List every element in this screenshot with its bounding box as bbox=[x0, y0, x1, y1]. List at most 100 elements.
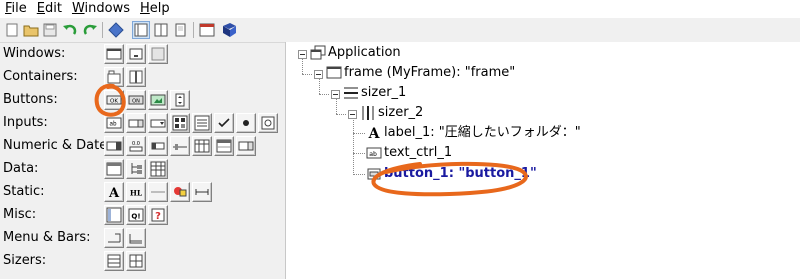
expander-icon[interactable] bbox=[331, 90, 340, 99]
frame-icon[interactable] bbox=[104, 44, 124, 64]
notebook-icon[interactable] bbox=[104, 67, 124, 87]
svg-text:OK: OK bbox=[110, 99, 118, 105]
button-icon bbox=[367, 168, 381, 180]
menu-bar: File Edit Windows Help bbox=[0, 0, 800, 18]
choice-icon[interactable] bbox=[148, 113, 168, 133]
palette-row-sizers: Sizers: bbox=[0, 250, 282, 272]
tree-node-text-ctrl-1[interactable]: text_ctrl_1 bbox=[384, 145, 452, 161]
palette-row-buttons: Buttons: OK ON bbox=[0, 89, 282, 111]
gauge-icon[interactable] bbox=[148, 136, 168, 156]
expander-icon[interactable] bbox=[298, 50, 307, 59]
palette-label: Numeric & Dates: bbox=[3, 138, 119, 153]
new-file-icon[interactable] bbox=[3, 21, 21, 39]
text-ctrl-icon[interactable]: ab bbox=[104, 113, 124, 133]
unknown-widget-icon[interactable]: ? bbox=[148, 205, 168, 225]
palette-label: Misc: bbox=[3, 207, 37, 222]
checkbox-icon[interactable] bbox=[214, 113, 234, 133]
frame-icon bbox=[326, 66, 342, 79]
list-ctrl-icon[interactable] bbox=[104, 159, 124, 179]
palette-label: Containers: bbox=[3, 69, 78, 84]
palette-row-windows: Windows: bbox=[0, 43, 282, 65]
widget-palette: Windows: Containers: Buttons: OK ON Inpu… bbox=[0, 42, 282, 279]
spin-button-icon[interactable] bbox=[170, 90, 190, 110]
dialog-icon[interactable] bbox=[126, 44, 146, 64]
palette-label: Windows: bbox=[3, 46, 66, 61]
tree-ctrl-icon[interactable] bbox=[126, 159, 146, 179]
box-sizer-icon[interactable] bbox=[104, 251, 124, 271]
static-text-icon[interactable]: A bbox=[104, 182, 124, 202]
palette-label: Sizers: bbox=[3, 253, 47, 268]
palette-row-misc: Misc: Q! ? bbox=[0, 204, 282, 226]
panel-icon[interactable] bbox=[148, 44, 168, 64]
statusbar-icon[interactable] bbox=[126, 228, 146, 248]
svg-text:ab: ab bbox=[109, 121, 117, 128]
palette-row-containers: Containers: bbox=[0, 66, 282, 88]
menubar-icon[interactable] bbox=[104, 228, 124, 248]
tree-node-application[interactable]: Application bbox=[328, 45, 401, 61]
custom-widget-icon[interactable] bbox=[104, 205, 124, 225]
palette-row-menubars: Menu & Bars: bbox=[0, 227, 282, 249]
calendar-icon[interactable] bbox=[214, 136, 234, 156]
open-folder-icon[interactable] bbox=[22, 21, 40, 39]
expander-icon[interactable] bbox=[348, 110, 357, 119]
redo-icon[interactable] bbox=[81, 21, 99, 39]
slider-icon[interactable]: 0.0 bbox=[126, 136, 146, 156]
bitmap-button-icon[interactable] bbox=[148, 90, 168, 110]
tree-node-sizer-1[interactable]: sizer_1 bbox=[361, 85, 406, 101]
palette-label: Inputs: bbox=[3, 115, 48, 130]
spin-ctrl-icon[interactable] bbox=[104, 136, 124, 156]
expander-icon[interactable] bbox=[314, 70, 323, 79]
slider-2-icon[interactable] bbox=[170, 136, 190, 156]
vertical-sizer-icon bbox=[362, 106, 374, 120]
html-window-icon[interactable]: Q! bbox=[126, 205, 146, 225]
button-icon[interactable]: OK bbox=[104, 90, 124, 110]
spacer-icon[interactable] bbox=[192, 182, 212, 202]
hyperlink-icon[interactable]: HL bbox=[126, 182, 146, 202]
tree-node-frame[interactable]: frame (MyFrame): "frame" bbox=[344, 65, 515, 81]
palette-label: Buttons: bbox=[3, 92, 58, 107]
static-bitmap-icon[interactable] bbox=[170, 182, 190, 202]
palette-row-static: Static: A HL bbox=[0, 181, 282, 203]
toggle-button-icon[interactable]: ON bbox=[126, 90, 146, 110]
radio-button-icon[interactable] bbox=[236, 113, 256, 133]
palette-row-numeric: Numeric & Dates: 0.0 bbox=[0, 135, 282, 157]
diamond-icon[interactable] bbox=[107, 21, 125, 39]
list-box-2-icon[interactable] bbox=[192, 113, 212, 133]
help-book-icon[interactable] bbox=[220, 21, 238, 39]
undo-icon[interactable] bbox=[61, 21, 79, 39]
layout-phone-icon[interactable] bbox=[172, 21, 190, 39]
svg-text:HL: HL bbox=[130, 189, 143, 198]
grid-sizer-icon[interactable] bbox=[126, 251, 146, 271]
tree-node-button-1[interactable]: button_1: "button_1" bbox=[384, 166, 537, 182]
menu-file[interactable]: File bbox=[0, 0, 32, 18]
palette-row-inputs: Inputs: ab bbox=[0, 112, 282, 134]
layout-dialog-icon[interactable] bbox=[152, 21, 170, 39]
menu-edit[interactable]: Edit bbox=[32, 0, 67, 18]
menu-windows[interactable]: Windows bbox=[67, 0, 135, 18]
tree-node-sizer-2[interactable]: sizer_2 bbox=[378, 105, 423, 121]
svg-text:?: ? bbox=[155, 211, 161, 222]
static-line-icon[interactable] bbox=[148, 182, 168, 202]
splitter-icon[interactable] bbox=[126, 67, 146, 87]
search-ctrl-icon[interactable] bbox=[258, 113, 278, 133]
palette-label: Menu & Bars: bbox=[3, 230, 91, 245]
grid-icon[interactable] bbox=[192, 136, 212, 156]
box-sizer-icon bbox=[344, 87, 358, 99]
combo-box-icon[interactable] bbox=[126, 113, 146, 133]
application-icon bbox=[310, 45, 326, 60]
svg-text:A: A bbox=[108, 186, 120, 200]
svg-text:Q!: Q! bbox=[131, 213, 140, 221]
menu-help[interactable]: Help bbox=[135, 0, 175, 18]
date-picker-icon[interactable] bbox=[236, 136, 256, 156]
tree-node-label-1[interactable]: label_1: "圧縮したいフォルダ：" bbox=[384, 125, 581, 141]
svg-text:A: A bbox=[368, 126, 381, 141]
widget-tree: Application frame (MyFrame): "frame" siz… bbox=[285, 42, 800, 279]
preview-window-icon[interactable] bbox=[198, 21, 216, 39]
palette-row-data: Data: bbox=[0, 158, 282, 180]
text-ctrl-icon: ab bbox=[366, 147, 382, 159]
layout-window-icon[interactable] bbox=[132, 21, 150, 39]
save-icon[interactable] bbox=[41, 21, 59, 39]
grid-data-icon[interactable] bbox=[148, 159, 168, 179]
list-box-icon[interactable] bbox=[170, 113, 190, 133]
menu-file-rest: ile bbox=[11, 1, 27, 16]
